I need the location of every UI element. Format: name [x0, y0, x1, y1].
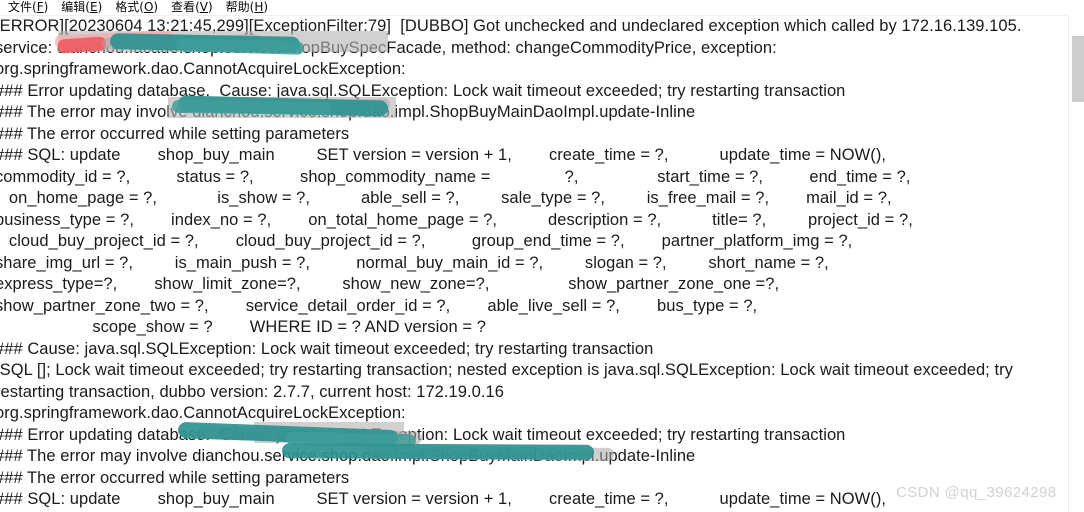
menu-item-view-accel: V	[199, 0, 208, 14]
vertical-scrollbar-thumb[interactable]	[1072, 36, 1084, 102]
menu-item-help[interactable]: 帮助(H)	[220, 0, 275, 15]
log-line: on_home_page = ?, is_show = ?, able_sell…	[0, 189, 892, 207]
menu-item-view-label: 查看(	[171, 0, 200, 14]
menu-bar: 文件(F) 编辑(E) 格式(O) 查看(V) 帮助(H)	[0, 0, 1084, 15]
log-line: service: dianchou.facade.shop.service.Sh…	[0, 38, 777, 57]
log-line: ### The error may involve dianchou.servi…	[0, 447, 696, 465]
menu-item-help-close: )	[263, 0, 269, 14]
menu-item-edit-label: 编辑(	[61, 0, 90, 14]
scrollbar-corner	[1068, 0, 1084, 16]
log-line: restarting transaction, dubbo version: 2…	[0, 382, 504, 401]
menu-item-file-close: )	[43, 0, 49, 14]
menu-item-view[interactable]: 查看(V)	[165, 0, 220, 15]
log-line: ### Error updating database. Cause: java…	[0, 81, 846, 100]
menu-item-file-accel: F	[36, 0, 44, 14]
menu-item-edit-accel: E	[89, 0, 98, 14]
log-line: org.springframework.dao.CannotAcquireLoc…	[0, 60, 406, 78]
log-line: org.springframework.dao.CannotAcquireLoc…	[0, 404, 406, 422]
menu-item-format-label: 格式(	[115, 0, 144, 14]
menu-bar-separator	[0, 15, 1084, 16]
log-line: ### Error updating database. Cause: java…	[0, 425, 846, 444]
menu-item-format-close: )	[153, 0, 159, 14]
menu-item-file-label: 文件(	[8, 0, 37, 14]
menu-item-format-accel: O	[143, 0, 154, 14]
notepad-window: 文件(F) 编辑(E) 格式(O) 查看(V) 帮助(H) [ERROR][20…	[0, 0, 1084, 512]
log-line: ### SQL: update shop_buy_main SET versio…	[0, 146, 887, 164]
menu-item-edit[interactable]: 编辑(E)	[55, 0, 109, 15]
log-text-area[interactable]: [ERROR][20230604 13:21:45,299][Exception…	[0, 16, 1068, 512]
log-line: share_img_url = ?, is_main_push = ?, nor…	[0, 253, 829, 272]
log-line: scope_show = ? WHERE ID = ? AND version …	[0, 318, 486, 336]
vertical-scrollbar[interactable]	[1068, 16, 1084, 512]
log-line: ### The error may involve dianchou.servi…	[0, 103, 696, 121]
log-line: cloud_buy_project_id = ?, cloud_buy_proj…	[0, 232, 853, 250]
menu-item-view-close: )	[207, 0, 213, 14]
log-line: ### The error occurred while setting par…	[0, 124, 350, 143]
menu-item-format[interactable]: 格式(O)	[109, 0, 165, 15]
log-line: show_partner_zone_two = ?, service_detai…	[0, 296, 758, 315]
log-line: business_type = ?, index_no = ?, on_tota…	[0, 210, 913, 229]
log-line: SQL []; Lock wait timeout exceeded; try …	[0, 361, 1013, 379]
menu-item-edit-close: )	[97, 0, 103, 14]
log-line: [ERROR][20230604 13:21:45,299][Exception…	[0, 17, 1022, 35]
log-line: express_type=?, show_limit_zone=?, show_…	[0, 275, 780, 293]
menu-item-file[interactable]: 文件(F)	[2, 0, 55, 15]
menu-item-help-label: 帮助(	[225, 0, 255, 14]
log-line: ### Cause: java.sql.SQLException: Lock w…	[0, 339, 654, 358]
csdn-watermark: CSDN @qq_39624298	[896, 484, 1057, 501]
log-line: commodity_id = ?, status = ?, shop_commo…	[0, 167, 911, 186]
